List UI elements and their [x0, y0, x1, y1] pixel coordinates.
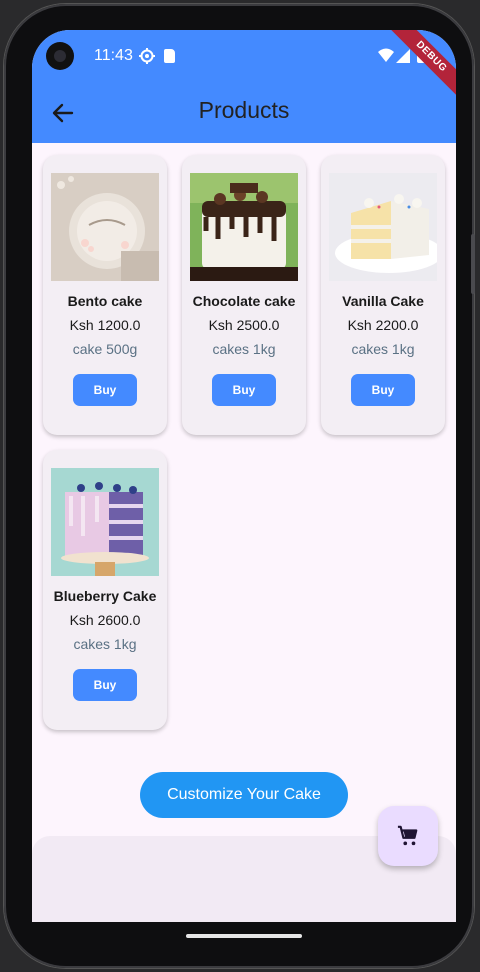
page-title: Products [198, 97, 290, 123]
gear-icon [139, 48, 155, 64]
product-name: Vanilla Cake [342, 293, 424, 309]
wifi-icon [378, 48, 394, 62]
product-image [51, 468, 159, 576]
product-price: Ksh 2600.0 [69, 612, 141, 628]
product-card[interactable]: Chocolate cake Ksh 2500.0 cakes 1kg Buy [182, 155, 306, 435]
product-name: Chocolate cake [192, 293, 296, 309]
front-camera [46, 42, 74, 70]
product-card[interactable]: Blueberry Cake Ksh 2600.0 cakes 1kg Buy [43, 450, 167, 730]
status-bar: 11:43 DEBUG [32, 30, 456, 103]
sd-card-icon [164, 49, 175, 63]
status-time: 11:43 [94, 47, 133, 64]
cart-fab[interactable] [378, 806, 438, 866]
side-button [471, 234, 475, 294]
product-name: Blueberry Cake [53, 588, 157, 604]
product-image [329, 173, 437, 281]
app-screen: 11:43 DEBUG Products Bento cake Ksh 1200… [32, 30, 456, 922]
product-card[interactable]: Bento cake Ksh 1200.0 cake 500g Buy [43, 155, 167, 435]
buy-button[interactable]: Buy [212, 374, 276, 406]
product-category: cake 500g [72, 341, 138, 357]
product-category: cakes 1kg [351, 341, 415, 357]
product-card[interactable]: Vanilla Cake Ksh 2200.0 cakes 1kg Buy [321, 155, 445, 435]
product-category: cakes 1kg [212, 341, 276, 357]
signal-icon [396, 49, 410, 63]
product-image [190, 173, 298, 281]
product-category: cakes 1kg [73, 636, 137, 652]
buy-button[interactable]: Buy [73, 374, 137, 406]
buy-button[interactable]: Buy [73, 669, 137, 701]
phone-frame: 11:43 DEBUG Products Bento cake Ksh 1200… [4, 4, 475, 968]
debug-banner: DEBUG [385, 30, 456, 103]
shopping-cart-icon [397, 825, 418, 846]
buy-button[interactable]: Buy [351, 374, 415, 406]
app-bar: 11:43 DEBUG Products [32, 30, 456, 143]
product-image [51, 173, 159, 281]
product-price: Ksh 2200.0 [347, 317, 419, 333]
product-name: Bento cake [67, 293, 143, 309]
product-price: Ksh 1200.0 [69, 317, 141, 333]
product-price: Ksh 2500.0 [208, 317, 280, 333]
gesture-nav-bar[interactable] [186, 934, 302, 938]
customize-cake-button[interactable]: Customize Your Cake [140, 772, 348, 818]
